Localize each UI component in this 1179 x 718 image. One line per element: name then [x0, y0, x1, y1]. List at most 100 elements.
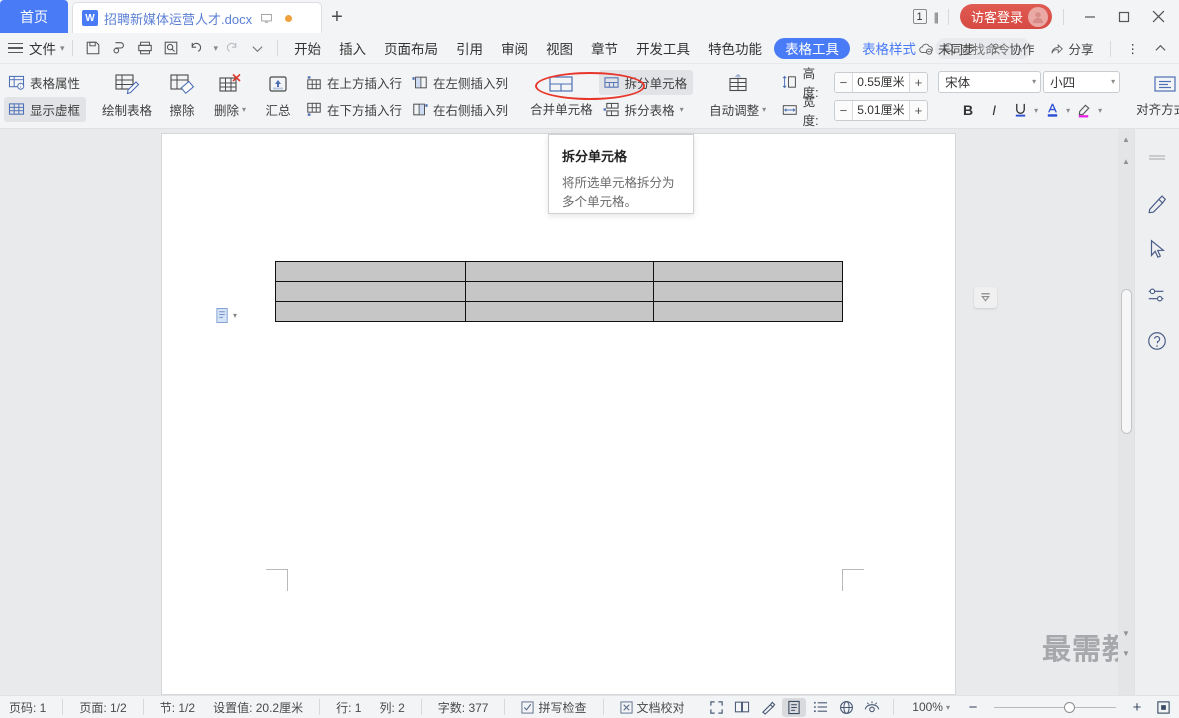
table-row[interactable] [275, 301, 843, 322]
chevron-down-icon[interactable]: ▾ [233, 311, 237, 320]
menu-hamburger-icon[interactable] [8, 42, 23, 54]
cursor-icon[interactable] [1144, 236, 1170, 262]
menu-tab-4[interactable]: 审阅 [492, 33, 537, 64]
vertical-scrollbar[interactable]: ▲ ▲ ▼ ▼ [1118, 129, 1134, 695]
status-section[interactable]: 节: 1/2 [151, 699, 204, 716]
scroll-thumb[interactable] [1121, 289, 1132, 434]
chevron-down-icon[interactable]: ▾ [242, 105, 246, 114]
fullscreen-icon[interactable] [704, 698, 728, 717]
chevron-down-icon[interactable]: ▾ [680, 105, 684, 114]
chevron-down-icon[interactable]: ▾ [1111, 77, 1115, 86]
collapse-panel-button[interactable] [974, 287, 997, 308]
show-gridlines-button[interactable]: 显示虚框 [4, 97, 87, 122]
more-options-button[interactable]: ⋮ [1121, 33, 1146, 64]
minimize-button[interactable] [1075, 4, 1105, 30]
collaborate-button[interactable]: 协作 [984, 33, 1040, 64]
table-cell[interactable] [275, 261, 466, 282]
zoom-slider[interactable] [994, 701, 1116, 713]
table-cell[interactable] [464, 301, 655, 322]
eraser-button[interactable]: 擦除 [158, 70, 206, 122]
print-preview-icon[interactable] [106, 36, 132, 60]
maximize-button[interactable] [1109, 4, 1139, 30]
print-icon[interactable] [132, 36, 158, 60]
scroll-page-down-icon[interactable]: ▼ [1118, 625, 1134, 641]
scroll-up-arrow-icon[interactable]: ▲ [1118, 131, 1134, 147]
pen-view-icon[interactable] [756, 698, 780, 717]
page-view-icon[interactable] [782, 697, 807, 717]
monitor-icon[interactable] [258, 10, 274, 26]
table-row[interactable] [275, 281, 843, 302]
menu-tab-table-tools[interactable]: 表格工具 [774, 37, 851, 59]
redo-icon[interactable] [218, 36, 244, 60]
insert-col-right-button[interactable]: 在右侧插入列 [408, 97, 514, 122]
increment-button[interactable]: + [909, 100, 928, 120]
tab-document[interactable]: W 招聘新媒体运营人才.docx [72, 2, 322, 33]
undo-icon[interactable] [184, 36, 210, 60]
tab-home[interactable]: 首页 [0, 0, 68, 33]
book-view-icon[interactable] [730, 698, 754, 717]
chevron-down-icon[interactable]: ▾ [1098, 106, 1102, 115]
table-cell[interactable] [275, 301, 466, 322]
font-family-select[interactable]: 宋体 ▾ [938, 70, 1042, 93]
highlight-button[interactable] [1072, 99, 1096, 122]
document-table[interactable] [275, 261, 843, 322]
menu-tab-7[interactable]: 开发工具 [627, 33, 699, 64]
underline-button[interactable] [1008, 99, 1032, 122]
chevron-down-icon[interactable]: ▾ [946, 703, 950, 712]
chevron-down-icon[interactable]: ▾ [1034, 106, 1038, 115]
share-button[interactable]: 分享 [1043, 33, 1099, 64]
eye-protection-icon[interactable] [860, 698, 884, 717]
page-count-badge[interactable]: 1 [912, 9, 927, 24]
row-height-value[interactable]: 0.55厘米 [852, 72, 910, 92]
table-cell[interactable] [653, 301, 843, 322]
font-size-select[interactable]: 小四 ▾ [1043, 70, 1121, 93]
chevron-down-icon[interactable]: ▾ [1032, 77, 1036, 86]
document-page[interactable]: ▾ [162, 134, 955, 694]
table-cell[interactable] [464, 261, 655, 282]
table-row[interactable] [275, 261, 843, 282]
find-icon[interactable] [158, 36, 184, 60]
status-page-number[interactable]: 页码: 1 [0, 699, 55, 716]
fit-page-icon[interactable] [1151, 698, 1175, 717]
bold-button[interactable]: B [956, 99, 980, 122]
status-col[interactable]: 列: 2 [370, 699, 413, 716]
file-menu[interactable]: 文件 [29, 38, 56, 58]
status-doc-proof[interactable]: 文档校对 [611, 699, 694, 716]
outline-view-icon[interactable] [808, 698, 832, 717]
menu-tab-0[interactable]: 开始 [285, 33, 330, 64]
zoom-out-button[interactable]: − [961, 698, 985, 717]
zoom-level[interactable]: 100% ▾ [903, 700, 959, 714]
status-row[interactable]: 行: 1 [327, 699, 370, 716]
insert-col-left-button[interactable]: 在左侧插入列 [408, 70, 514, 95]
menu-tab-6[interactable]: 章节 [582, 33, 627, 64]
zoom-slider-knob[interactable] [1064, 701, 1075, 713]
status-word-count[interactable]: 字数: 377 [429, 699, 498, 716]
table-properties-button[interactable]: i 表格属性 [4, 70, 86, 95]
help-icon[interactable] [1144, 328, 1170, 354]
menu-tab-8[interactable]: 特色功能 [699, 33, 771, 64]
col-width-value[interactable]: 5.01厘米 [852, 100, 910, 120]
table-cell[interactable] [653, 261, 843, 282]
font-color-button[interactable] [1040, 99, 1064, 122]
status-page-of[interactable]: 页面: 1/2 [70, 699, 135, 716]
italic-button[interactable]: I [982, 99, 1006, 122]
web-view-icon[interactable] [834, 698, 858, 717]
menu-tab-1[interactable]: 插入 [330, 33, 375, 64]
decrement-button[interactable]: − [834, 72, 853, 92]
new-tab-button[interactable]: + [322, 2, 352, 33]
row-height-stepper[interactable]: − 0.55厘米 + [833, 71, 929, 93]
zoom-in-button[interactable]: + [1125, 698, 1149, 717]
merge-cells-button[interactable]: 合并单元格 [524, 71, 599, 121]
chevron-down-icon[interactable]: ▾ [762, 105, 766, 114]
auto-fit-button[interactable]: 自动调整 ▾ [703, 70, 772, 122]
login-button[interactable]: 访客登录 [959, 4, 1052, 29]
status-setting-value[interactable]: 设置值: 20.2厘米 [204, 699, 312, 716]
menu-tab-5[interactable]: 视图 [537, 33, 582, 64]
align-mode-button[interactable]: 对齐方式 ▾ [1130, 71, 1179, 121]
table-cell[interactable] [275, 281, 466, 302]
menu-tab-2[interactable]: 页面布局 [375, 33, 447, 64]
menu-tab-3[interactable]: 引用 [447, 33, 492, 64]
scroll-page-up-icon[interactable]: ▲ [1118, 153, 1134, 169]
insert-row-above-button[interactable]: 在上方插入行 [302, 70, 408, 95]
table-cell[interactable] [653, 281, 843, 302]
